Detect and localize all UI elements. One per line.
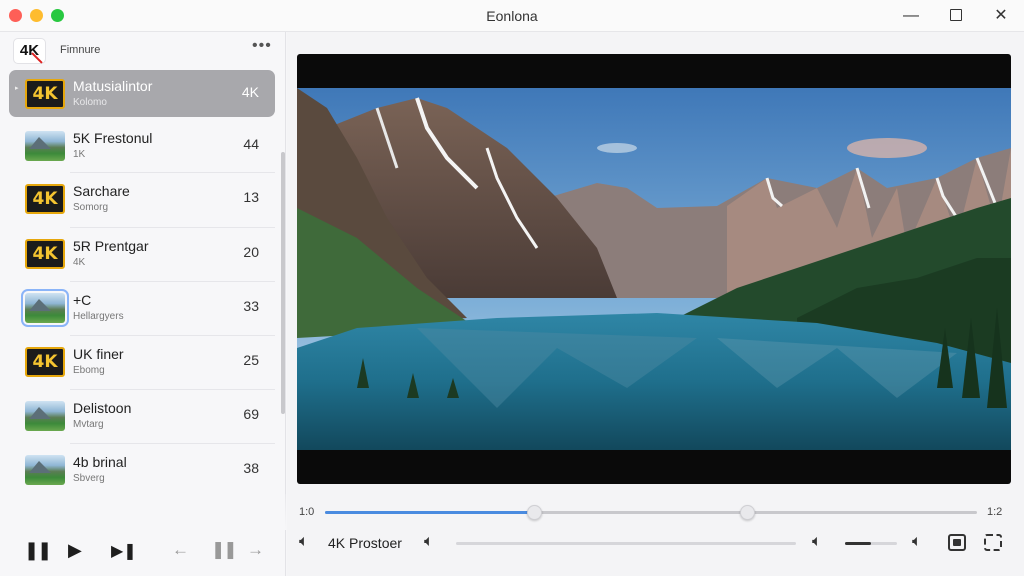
app-logo: 4K	[13, 38, 46, 64]
title-bar: Eonlona — ✕	[0, 0, 1024, 32]
list-item[interactable]: 4K UK finer Ebomg 25	[9, 338, 275, 385]
list-item[interactable]: +C Hellargyers 33	[9, 284, 275, 331]
item-subtitle: Kolomo	[73, 97, 107, 108]
elapsed-time: 1:0	[299, 506, 315, 518]
sidebar: 4K Fimnure ••• ▸ 4K Matusialintor Kolomo 4K 5…	[0, 32, 286, 576]
landscape-thumbnail	[25, 131, 65, 161]
list-item[interactable]: Delistoon Mvtarg 69	[9, 392, 275, 439]
row-divider	[70, 389, 275, 390]
item-title: Sarchare	[73, 183, 130, 199]
item-count: 4K	[241, 84, 259, 100]
player-area: 1:0 1:2 🔈︎ 4K Prostoer 🔈︎ 🔈︎ 🔈︎	[287, 32, 1024, 576]
item-title: +C	[73, 292, 92, 308]
maximize-button[interactable]	[944, 5, 968, 27]
total-time: 1:2	[987, 506, 1003, 518]
list-item[interactable]: 4b brinal Sbverg 38	[9, 446, 275, 493]
speaker-icon[interactable]: 🔈︎	[299, 533, 309, 551]
item-subtitle: 4K	[73, 257, 86, 268]
pause-button[interactable]: ❚❚	[24, 540, 52, 561]
sidebar-scrollbar[interactable]	[281, 152, 285, 414]
item-count: 13	[243, 189, 259, 205]
item-subtitle: Somorg	[73, 202, 109, 213]
list-item[interactable]: ▸ 4K Matusialintor Kolomo 4K	[9, 70, 275, 117]
library-name: Fimnure	[60, 44, 101, 56]
more-options-button[interactable]: •••	[252, 37, 272, 55]
forward-button[interactable]: →	[247, 540, 264, 560]
4k-badge-icon: 4K	[25, 184, 65, 214]
list-item[interactable]: 4K 5R Prentgar 4K 20	[9, 230, 275, 277]
minimize-button[interactable]: —	[899, 5, 923, 27]
item-subtitle: Mvtarg	[73, 419, 104, 430]
transport-controls: ❚❚ ▶ ▶❚ ← ❚❚ →	[0, 528, 286, 576]
player-toolbar: 🔈︎ 4K Prostoer 🔈︎ 🔈︎ 🔈︎	[287, 532, 1024, 556]
mountain-lake-frame	[297, 88, 1011, 450]
4k-badge-icon: 4K	[25, 79, 65, 109]
back-button[interactable]: ←	[172, 540, 189, 560]
item-title: UK finer	[73, 346, 124, 362]
item-subtitle: Sbverg	[73, 473, 105, 484]
volume-level	[845, 542, 871, 545]
app-window: Eonlona — ✕ 4K Fimnure ••• ▸ 4K Matusialin…	[0, 0, 1024, 576]
play-button[interactable]: ▶	[68, 540, 82, 561]
seek-progress	[325, 511, 534, 514]
list-item[interactable]: 5K Frestonul 1K 44	[9, 122, 275, 169]
timeline: 1:0 1:2	[287, 505, 1024, 522]
row-divider	[70, 335, 275, 336]
item-title: 5K Frestonul	[73, 130, 153, 146]
disclosure-icon: ▸	[15, 85, 19, 92]
window-title: Eonlona	[486, 8, 538, 24]
seek-thumb[interactable]	[739, 505, 755, 520]
item-count: 33	[243, 298, 259, 314]
4k-badge-icon: 4K	[25, 347, 65, 377]
speaker-icon[interactable]: 🔈︎	[812, 533, 822, 551]
audio-position-slider[interactable]	[456, 542, 796, 545]
speaker-icon[interactable]: 🔈︎	[424, 533, 434, 551]
close-button[interactable]: ✕	[989, 5, 1013, 27]
maximize-icon	[950, 9, 962, 21]
item-count: 25	[243, 352, 259, 368]
next-track-button[interactable]: ▶❚	[111, 541, 137, 561]
item-title: 4b brinal	[73, 454, 127, 470]
list-fade	[0, 494, 286, 530]
item-count: 44	[243, 136, 259, 152]
volume-slider[interactable]	[845, 542, 897, 545]
row-divider	[70, 172, 275, 173]
item-title: Matusialintor	[73, 78, 153, 94]
seek-marker[interactable]	[526, 505, 542, 520]
row-divider	[70, 443, 275, 444]
row-divider	[70, 281, 275, 282]
screen-icon[interactable]	[948, 534, 966, 551]
item-title: Delistoon	[73, 400, 132, 416]
item-count: 38	[243, 460, 259, 476]
sidebar-header: 4K Fimnure •••	[0, 32, 286, 68]
row-divider	[70, 227, 275, 228]
landscape-thumbnail	[21, 289, 69, 327]
landscape-thumbnail	[25, 455, 65, 485]
list-item[interactable]: 4K Sarchare Somorg 13	[9, 175, 275, 222]
item-subtitle: 1K	[73, 149, 86, 160]
item-title: 5R Prentgar	[73, 238, 149, 254]
now-playing-title: 4K Prostoer	[328, 535, 402, 551]
item-subtitle: Hellargyers	[73, 311, 124, 322]
item-count: 69	[243, 406, 259, 422]
video-viewport[interactable]	[297, 54, 1011, 484]
4k-badge-icon: 4K	[25, 239, 65, 269]
landscape-thumbnail	[25, 401, 65, 431]
item-count: 20	[243, 244, 259, 260]
seek-bar[interactable]	[325, 505, 977, 520]
secondary-pause-button[interactable]: ❚❚	[211, 540, 237, 560]
speaker-icon[interactable]: 🔈︎	[912, 533, 922, 551]
fullscreen-icon[interactable]	[984, 534, 1002, 551]
item-subtitle: Ebomg	[73, 365, 105, 376]
